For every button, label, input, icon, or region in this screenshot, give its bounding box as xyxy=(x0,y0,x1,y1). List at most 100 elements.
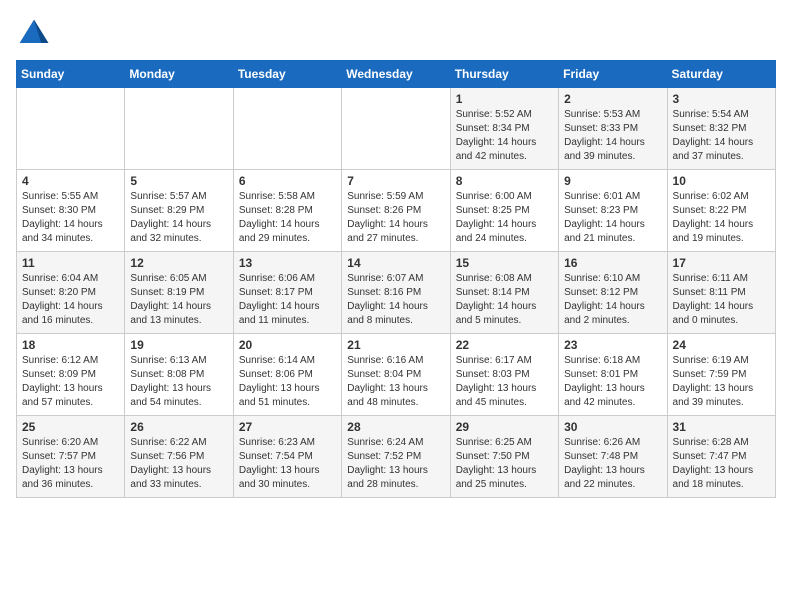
cell-text: Sunrise: 6:05 AM Sunset: 8:19 PM Dayligh… xyxy=(130,272,227,328)
calendar-cell: 12 Sunrise: 6:05 AM Sunset: 8:19 PM Dayli… xyxy=(125,252,233,334)
calendar-cell: 28 Sunrise: 6:24 AM Sunset: 7:52 PM Dayli… xyxy=(342,416,450,498)
day-number: 12 xyxy=(130,256,227,270)
calendar-cell: 22 Sunrise: 6:17 AM Sunset: 8:03 PM Dayli… xyxy=(450,334,558,416)
week-row-5: 25 Sunrise: 6:20 AM Sunset: 7:57 PM Dayli… xyxy=(17,416,776,498)
day-header-friday: Friday xyxy=(559,61,667,88)
day-number: 2 xyxy=(564,92,661,106)
cell-text: Sunrise: 6:17 AM Sunset: 8:03 PM Dayligh… xyxy=(456,354,553,410)
calendar-cell: 17Sunrise: 6:11 AM Sunset: 8:11 PM Dayli… xyxy=(667,252,775,334)
day-number: 16 xyxy=(564,256,661,270)
cell-text: Sunrise: 5:55 AM Sunset: 8:30 PM Dayligh… xyxy=(22,190,119,246)
day-number: 30 xyxy=(564,420,661,434)
cell-text: Sunrise: 6:23 AM Sunset: 7:54 PM Dayligh… xyxy=(239,436,336,492)
day-number: 8 xyxy=(456,174,553,188)
cell-text: Sunrise: 6:12 AM Sunset: 8:09 PM Dayligh… xyxy=(22,354,119,410)
day-number: 25 xyxy=(22,420,119,434)
calendar-cell: 27 Sunrise: 6:23 AM Sunset: 7:54 PM Dayli… xyxy=(233,416,341,498)
cell-text: Sunrise: 6:04 AM Sunset: 8:20 PM Dayligh… xyxy=(22,272,119,328)
day-header-tuesday: Tuesday xyxy=(233,61,341,88)
day-number: 18 xyxy=(22,338,119,352)
calendar-cell: 9 Sunrise: 6:01 AM Sunset: 8:23 PM Daylig… xyxy=(559,170,667,252)
calendar-cell: 8 Sunrise: 6:00 AM Sunset: 8:25 PM Daylig… xyxy=(450,170,558,252)
day-number: 14 xyxy=(347,256,444,270)
calendar-cell: 15 Sunrise: 6:08 AM Sunset: 8:14 PM Dayli… xyxy=(450,252,558,334)
calendar-cell: 4 Sunrise: 5:55 AM Sunset: 8:30 PM Daylig… xyxy=(17,170,125,252)
day-number: 3 xyxy=(673,92,770,106)
cell-text: Sunrise: 6:24 AM Sunset: 7:52 PM Dayligh… xyxy=(347,436,444,492)
calendar-cell: 31Sunrise: 6:28 AM Sunset: 7:47 PM Dayli… xyxy=(667,416,775,498)
calendar-cell: 2 Sunrise: 5:53 AM Sunset: 8:33 PM Daylig… xyxy=(559,88,667,170)
cell-text: Sunrise: 6:22 AM Sunset: 7:56 PM Dayligh… xyxy=(130,436,227,492)
day-number: 28 xyxy=(347,420,444,434)
week-row-3: 11 Sunrise: 6:04 AM Sunset: 8:20 PM Dayli… xyxy=(17,252,776,334)
calendar-cell xyxy=(342,88,450,170)
cell-text: Sunrise: 5:59 AM Sunset: 8:26 PM Dayligh… xyxy=(347,190,444,246)
cell-text: Sunrise: 5:52 AM Sunset: 8:34 PM Dayligh… xyxy=(456,108,553,164)
header-row: SundayMondayTuesdayWednesdayThursdayFrid… xyxy=(17,61,776,88)
cell-text: Sunrise: 6:20 AM Sunset: 7:57 PM Dayligh… xyxy=(22,436,119,492)
day-number: 21 xyxy=(347,338,444,352)
day-number: 1 xyxy=(456,92,553,106)
day-number: 10 xyxy=(673,174,770,188)
cell-text: Sunrise: 6:18 AM Sunset: 8:01 PM Dayligh… xyxy=(564,354,661,410)
calendar-cell: 7 Sunrise: 5:59 AM Sunset: 8:26 PM Daylig… xyxy=(342,170,450,252)
cell-text: Sunrise: 6:16 AM Sunset: 8:04 PM Dayligh… xyxy=(347,354,444,410)
page-header xyxy=(16,16,776,52)
calendar-cell: 5 Sunrise: 5:57 AM Sunset: 8:29 PM Daylig… xyxy=(125,170,233,252)
calendar-cell: 10 Sunrise: 6:02 AM Sunset: 8:22 PM Dayli… xyxy=(667,170,775,252)
day-number: 24 xyxy=(673,338,770,352)
day-number: 4 xyxy=(22,174,119,188)
calendar-cell: 3Sunrise: 5:54 AM Sunset: 8:32 PM Daylig… xyxy=(667,88,775,170)
day-number: 27 xyxy=(239,420,336,434)
day-number: 26 xyxy=(130,420,227,434)
day-number: 31 xyxy=(673,420,770,434)
week-row-2: 4 Sunrise: 5:55 AM Sunset: 8:30 PM Daylig… xyxy=(17,170,776,252)
calendar-table: SundayMondayTuesdayWednesdayThursdayFrid… xyxy=(16,60,776,498)
logo xyxy=(16,16,56,52)
day-number: 17 xyxy=(673,256,770,270)
cell-text: Sunrise: 6:19 AM Sunset: 7:59 PM Dayligh… xyxy=(673,354,770,410)
calendar-cell xyxy=(17,88,125,170)
day-header-sunday: Sunday xyxy=(17,61,125,88)
calendar-cell: 23 Sunrise: 6:18 AM Sunset: 8:01 PM Dayli… xyxy=(559,334,667,416)
day-number: 9 xyxy=(564,174,661,188)
day-number: 7 xyxy=(347,174,444,188)
day-number: 29 xyxy=(456,420,553,434)
day-header-thursday: Thursday xyxy=(450,61,558,88)
calendar-cell: 16 Sunrise: 6:10 AM Sunset: 8:12 PM Dayli… xyxy=(559,252,667,334)
cell-text: Sunrise: 6:06 AM Sunset: 8:17 PM Dayligh… xyxy=(239,272,336,328)
calendar-cell: 1 Sunrise: 5:52 AM Sunset: 8:34 PM Daylig… xyxy=(450,88,558,170)
cell-text: Sunrise: 6:01 AM Sunset: 8:23 PM Dayligh… xyxy=(564,190,661,246)
cell-text: Sunrise: 5:53 AM Sunset: 8:33 PM Dayligh… xyxy=(564,108,661,164)
day-header-monday: Monday xyxy=(125,61,233,88)
day-number: 23 xyxy=(564,338,661,352)
cell-text: Sunrise: 6:10 AM Sunset: 8:12 PM Dayligh… xyxy=(564,272,661,328)
day-header-wednesday: Wednesday xyxy=(342,61,450,88)
day-number: 6 xyxy=(239,174,336,188)
calendar-cell: 13 Sunrise: 6:06 AM Sunset: 8:17 PM Dayli… xyxy=(233,252,341,334)
calendar-cell xyxy=(233,88,341,170)
calendar-cell: 18 Sunrise: 6:12 AM Sunset: 8:09 PM Dayli… xyxy=(17,334,125,416)
day-number: 22 xyxy=(456,338,553,352)
cell-text: Sunrise: 6:02 AM Sunset: 8:22 PM Dayligh… xyxy=(673,190,770,246)
day-number: 15 xyxy=(456,256,553,270)
day-number: 11 xyxy=(22,256,119,270)
calendar-cell: 6 Sunrise: 5:58 AM Sunset: 8:28 PM Daylig… xyxy=(233,170,341,252)
cell-text: Sunrise: 6:25 AM Sunset: 7:50 PM Dayligh… xyxy=(456,436,553,492)
calendar-cell: 11 Sunrise: 6:04 AM Sunset: 8:20 PM Dayli… xyxy=(17,252,125,334)
logo-icon xyxy=(16,16,52,52)
cell-text: Sunrise: 6:08 AM Sunset: 8:14 PM Dayligh… xyxy=(456,272,553,328)
cell-text: Sunrise: 6:26 AM Sunset: 7:48 PM Dayligh… xyxy=(564,436,661,492)
day-number: 5 xyxy=(130,174,227,188)
day-number: 13 xyxy=(239,256,336,270)
calendar-cell: 21 Sunrise: 6:16 AM Sunset: 8:04 PM Dayli… xyxy=(342,334,450,416)
cell-text: Sunrise: 5:58 AM Sunset: 8:28 PM Dayligh… xyxy=(239,190,336,246)
cell-text: Sunrise: 6:14 AM Sunset: 8:06 PM Dayligh… xyxy=(239,354,336,410)
cell-text: Sunrise: 6:00 AM Sunset: 8:25 PM Dayligh… xyxy=(456,190,553,246)
cell-text: Sunrise: 5:57 AM Sunset: 8:29 PM Dayligh… xyxy=(130,190,227,246)
calendar-cell: 29 Sunrise: 6:25 AM Sunset: 7:50 PM Dayli… xyxy=(450,416,558,498)
calendar-cell: 26 Sunrise: 6:22 AM Sunset: 7:56 PM Dayli… xyxy=(125,416,233,498)
day-number: 20 xyxy=(239,338,336,352)
calendar-cell: 30 Sunrise: 6:26 AM Sunset: 7:48 PM Dayli… xyxy=(559,416,667,498)
day-number: 19 xyxy=(130,338,227,352)
